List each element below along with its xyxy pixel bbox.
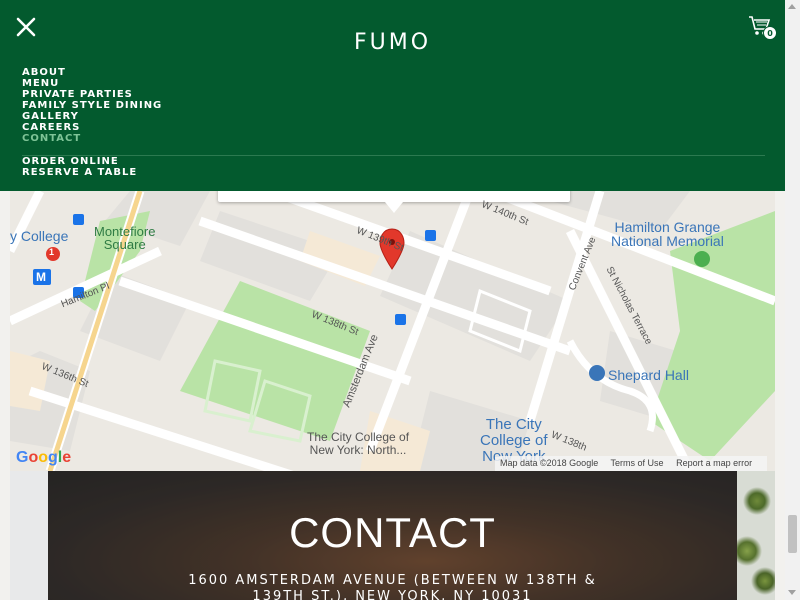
nav-item-careers[interactable]: CAREERS xyxy=(22,122,162,133)
contact-hero: CONTACT 1600 AMSTERDAM AVENUE (BETWEEN W… xyxy=(48,471,737,600)
nav-item-gallery[interactable]: GALLERY xyxy=(22,111,162,122)
map-attribution: Map data ©2018 Google Terms of Use Repor… xyxy=(495,456,768,471)
main-nav: ABOUT MENU PRIVATE PARTIES FAMILY STYLE … xyxy=(22,67,162,144)
secondary-nav: ORDER ONLINE RESERVE A TABLE xyxy=(22,156,137,178)
map-label-y-college: y College xyxy=(10,228,69,244)
contact-address: 1600 AMSTERDAM AVENUE (BETWEEN W 138TH &… xyxy=(188,573,597,600)
location-map[interactable]: y College 1 M Montefiore Square Hamilton… xyxy=(10,191,775,471)
site-header: FUMO 0 ABOUT MENU PRIVATE PARTIES FAMILY… xyxy=(0,0,785,191)
map-label-hamilton-grange: Hamilton Grange National Memorial xyxy=(611,219,724,249)
contact-title: CONTACT xyxy=(289,509,496,556)
scrollbar-thumb[interactable] xyxy=(788,515,797,553)
google-logo[interactable]: Google xyxy=(16,449,71,467)
scroll-down-arrow-icon[interactable] xyxy=(788,590,796,595)
page-scrollbar[interactable] xyxy=(785,0,800,600)
map-data-credit: Map data ©2018 Google xyxy=(500,458,599,468)
map-label-city-college-small: The City College of New York: North... xyxy=(307,430,410,457)
nav-item-menu[interactable]: MENU xyxy=(22,78,162,89)
hero-side-image xyxy=(737,471,775,600)
subway-icon: M xyxy=(36,270,46,284)
nav-item-reserve-table[interactable]: RESERVE A TABLE xyxy=(22,167,137,178)
nav-item-private-parties[interactable]: PRIVATE PARTIES xyxy=(22,89,162,100)
terms-of-use-link[interactable]: Terms of Use xyxy=(611,458,664,468)
map-label-montefiore: Montefiore Square xyxy=(94,224,156,252)
nav-item-family-style-dining[interactable]: FAMILY STYLE DINING xyxy=(22,100,162,111)
nav-item-about[interactable]: ABOUT xyxy=(22,67,162,78)
report-map-error-link[interactable]: Report a map error xyxy=(676,458,752,468)
map-label-shepard-hall: Shepard Hall xyxy=(608,367,689,383)
nav-item-order-online[interactable]: ORDER ONLINE xyxy=(22,156,137,167)
scroll-up-arrow-icon[interactable] xyxy=(788,4,796,9)
cart-button[interactable]: 0 xyxy=(748,14,778,42)
route-1-icon: 1 xyxy=(49,247,55,257)
nav-item-contact[interactable]: CONTACT xyxy=(22,133,162,144)
brand-logo[interactable]: FUMO xyxy=(0,30,785,55)
cart-count-badge: 0 xyxy=(763,26,777,40)
map-info-window-tail xyxy=(385,202,403,213)
map-info-window xyxy=(218,191,570,202)
